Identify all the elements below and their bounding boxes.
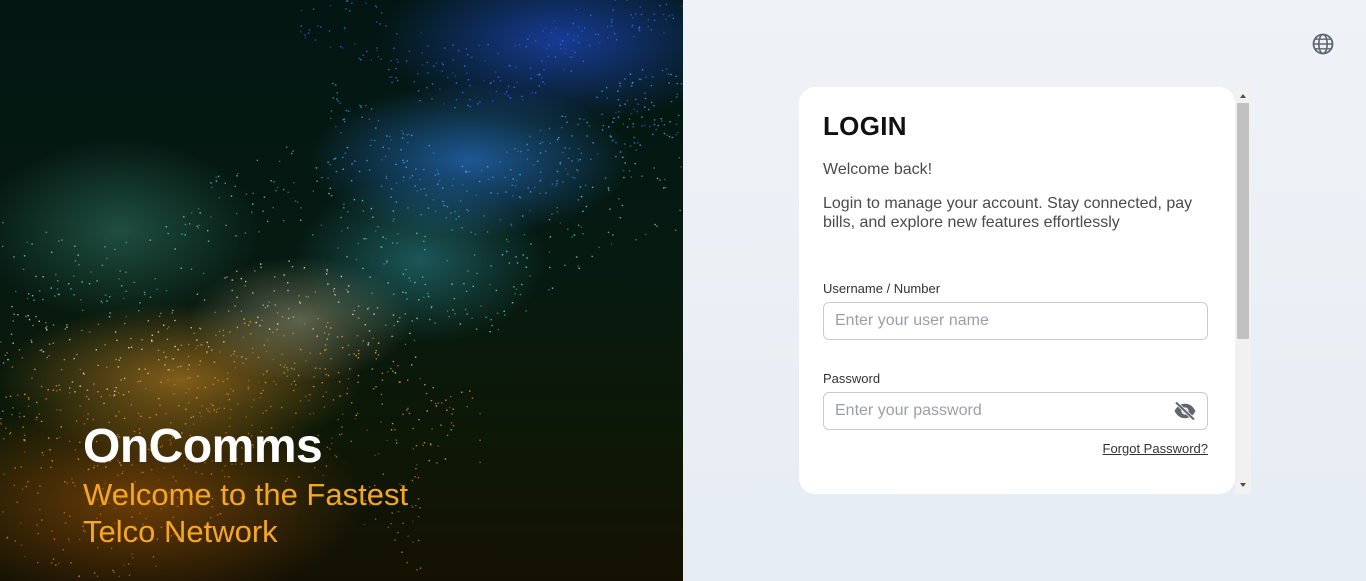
caret-up-icon — [1240, 94, 1246, 98]
language-button[interactable] — [1311, 32, 1335, 56]
globe-icon — [1312, 33, 1334, 55]
toggle-password-visibility-button[interactable] — [1173, 401, 1197, 421]
password-input[interactable] — [824, 393, 1176, 429]
login-card: LOGIN Welcome back! Login to manage your… — [799, 87, 1235, 494]
hero-text: OnComms Welcome to the Fastest Telco Net… — [83, 420, 483, 550]
eye-off-icon — [1174, 401, 1196, 421]
scroll-down-button[interactable] — [1235, 478, 1251, 492]
password-field — [823, 392, 1208, 430]
username-label: Username / Number — [823, 281, 941, 296]
hero-panel: OnComms Welcome to the Fastest Telco Net… — [0, 0, 683, 581]
scroll-thumb[interactable] — [1237, 103, 1249, 339]
login-description: Login to manage your account. Stay conne… — [823, 195, 1193, 231]
scroll-up-button[interactable] — [1235, 89, 1251, 103]
username-field — [823, 302, 1208, 340]
welcome-text: Welcome back! — [823, 161, 933, 178]
username-input[interactable] — [824, 303, 1176, 339]
caret-down-icon — [1240, 483, 1246, 487]
password-label: Password — [823, 371, 881, 386]
card-scrollbar[interactable] — [1235, 87, 1251, 494]
hero-tagline: Welcome to the Fastest Telco Network — [83, 477, 409, 549]
brand-name: OnComms — [83, 420, 323, 473]
forgot-password-link[interactable]: Forgot Password? — [1103, 441, 1209, 456]
login-title: LOGIN — [823, 111, 907, 141]
login-page: OnComms Welcome to the Fastest Telco Net… — [0, 0, 1366, 581]
login-panel: LOGIN Welcome back! Login to manage your… — [683, 0, 1366, 581]
